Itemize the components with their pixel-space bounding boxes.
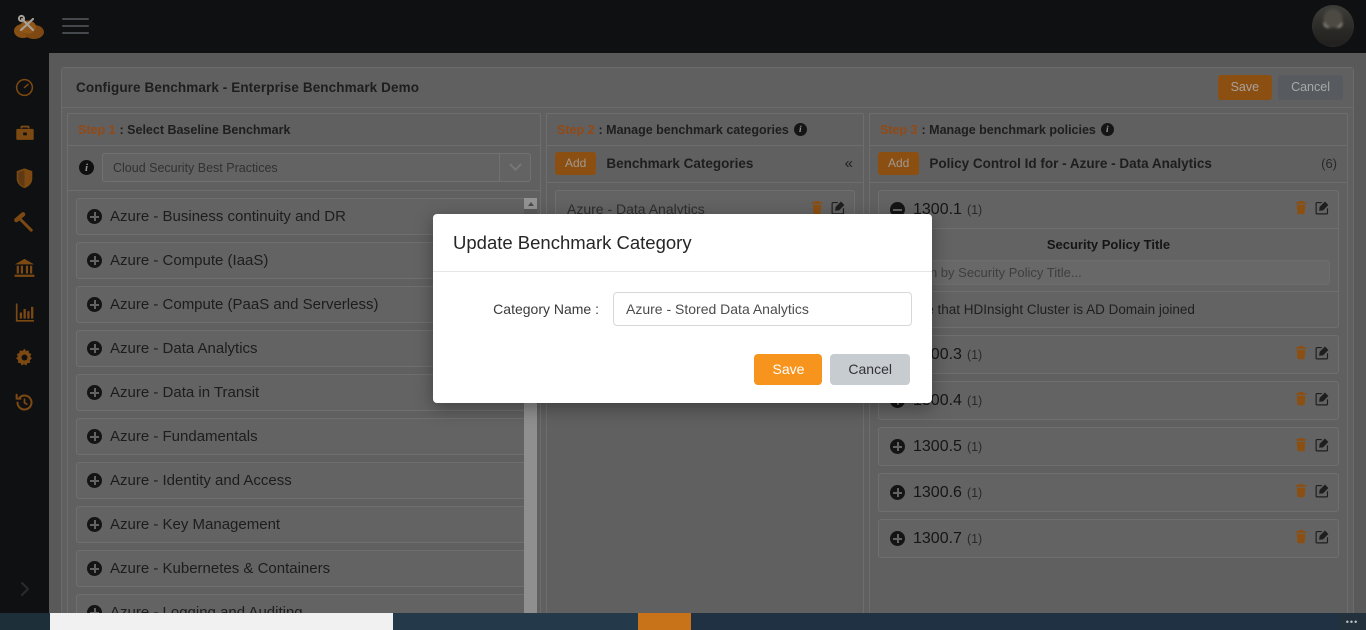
dialog-save-button[interactable]: Save: [754, 354, 823, 385]
app-root: Configure Benchmark - Enterprise Benchma…: [0, 0, 1366, 630]
dialog-footer: Save Cancel: [433, 354, 932, 403]
category-name-input[interactable]: [613, 292, 912, 326]
os-taskbar: •••: [0, 613, 1366, 630]
update-benchmark-category-dialog: Update Benchmark Category Category Name …: [433, 214, 932, 403]
taskbar-segment: [393, 613, 638, 630]
taskbar-active-window[interactable]: [50, 613, 393, 630]
dialog-header: Update Benchmark Category: [433, 214, 932, 272]
taskbar-segment: [0, 613, 50, 630]
taskbar-segment: [691, 613, 1338, 630]
dialog-cancel-button[interactable]: Cancel: [830, 354, 910, 385]
taskbar-highlight[interactable]: [638, 613, 691, 630]
dialog-title: Update Benchmark Category: [453, 231, 692, 253]
category-name-label: Category Name :: [493, 301, 599, 317]
dialog-body: Category Name :: [433, 272, 932, 326]
taskbar-tray[interactable]: •••: [1338, 613, 1366, 630]
